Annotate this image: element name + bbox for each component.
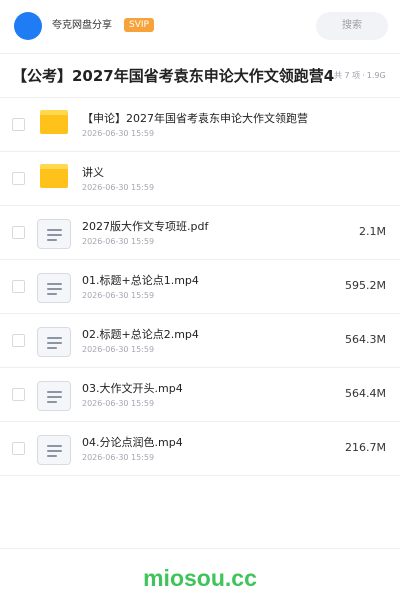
- file-name[interactable]: 02.标题+总论点2.mp4: [82, 327, 332, 343]
- file-name[interactable]: 2027版大作文专项班.pdf: [82, 219, 332, 235]
- row-checkbox[interactable]: [12, 118, 25, 131]
- row-checkbox[interactable]: [12, 442, 25, 455]
- sharer-name: 夸克网盘分享: [52, 20, 112, 31]
- file-name[interactable]: 01.标题+总论点1.mp4: [82, 273, 332, 289]
- footer: miosou.cc: [0, 548, 400, 600]
- file-name[interactable]: 03.大作文开头.mp4: [82, 381, 332, 397]
- page-title: 【公考】2027年国省考袁东申论大作文领跑营4: [12, 67, 334, 85]
- file-row-5[interactable]: 02.标题+总论点2.mp4 2026-06-30 15:59 564.3M: [0, 314, 400, 368]
- file-row-7[interactable]: 04.分论点润色.mp4 2026-06-30 15:59 216.7M: [0, 422, 400, 476]
- row-checkbox[interactable]: [12, 280, 25, 293]
- folder-icon: [40, 164, 68, 188]
- file-name[interactable]: 讲义: [82, 165, 332, 181]
- file-size: 595.2M: [345, 279, 386, 292]
- file-row-3[interactable]: 2027版大作文专项班.pdf 2026-06-30 15:59 2.1M: [0, 206, 400, 260]
- row-checkbox[interactable]: [12, 226, 25, 239]
- file-date: 2026-06-30 15:59: [82, 345, 155, 354]
- file-date: 2026-06-30 15:59: [82, 399, 155, 408]
- file-size: 216.7M: [345, 441, 386, 454]
- file-date: 2026-06-30 15:59: [82, 183, 155, 192]
- file-row-6[interactable]: 03.大作文开头.mp4 2026-06-30 15:59 564.4M: [0, 368, 400, 422]
- avatar[interactable]: [14, 12, 42, 40]
- document-icon: [37, 327, 71, 357]
- meta-separator: ·: [362, 71, 365, 80]
- file-row-folder-2[interactable]: 讲义 2026-06-30 15:59: [0, 152, 400, 206]
- file-size: 564.4M: [345, 387, 386, 400]
- document-icon: [37, 435, 71, 465]
- file-date: 2026-06-30 15:59: [82, 237, 155, 246]
- row-checkbox[interactable]: [12, 172, 25, 185]
- svip-badge: SVIP: [124, 18, 154, 32]
- file-size: 564.3M: [345, 333, 386, 346]
- file-date: 2026-06-30 15:59: [82, 129, 155, 138]
- file-size: 2.1M: [359, 225, 386, 238]
- watermark: miosou.cc: [143, 565, 257, 591]
- file-row-folder-1[interactable]: 【申论】2027年国省考袁东申论大作文领跑营 2026-06-30 15:59: [0, 98, 400, 152]
- document-icon: [37, 219, 71, 249]
- item-count: 共 7 项: [334, 71, 361, 80]
- file-row-4[interactable]: 01.标题+总论点1.mp4 2026-06-30 15:59 595.2M: [0, 260, 400, 314]
- share-meta: 共 7 项 · 1.9G: [334, 70, 386, 82]
- document-icon: [37, 273, 71, 303]
- file-date: 2026-06-30 15:59: [82, 291, 155, 300]
- folder-icon: [40, 110, 68, 134]
- file-date: 2026-06-30 15:59: [82, 453, 155, 462]
- row-checkbox[interactable]: [12, 334, 25, 347]
- top-bar: 夸克网盘分享 SVIP 搜索: [0, 0, 400, 54]
- total-size: 1.9G: [366, 71, 386, 80]
- search-button[interactable]: 搜索: [316, 12, 388, 40]
- file-name[interactable]: 04.分论点润色.mp4: [82, 435, 332, 451]
- file-name[interactable]: 【申论】2027年国省考袁东申论大作文领跑营: [82, 111, 332, 127]
- file-list: 【申论】2027年国省考袁东申论大作文领跑营 2026-06-30 15:59 …: [0, 98, 400, 476]
- row-checkbox[interactable]: [12, 388, 25, 401]
- document-icon: [37, 381, 71, 411]
- share-title-bar: 【公考】2027年国省考袁东申论大作文领跑营4 共 7 项 · 1.9G: [0, 54, 400, 98]
